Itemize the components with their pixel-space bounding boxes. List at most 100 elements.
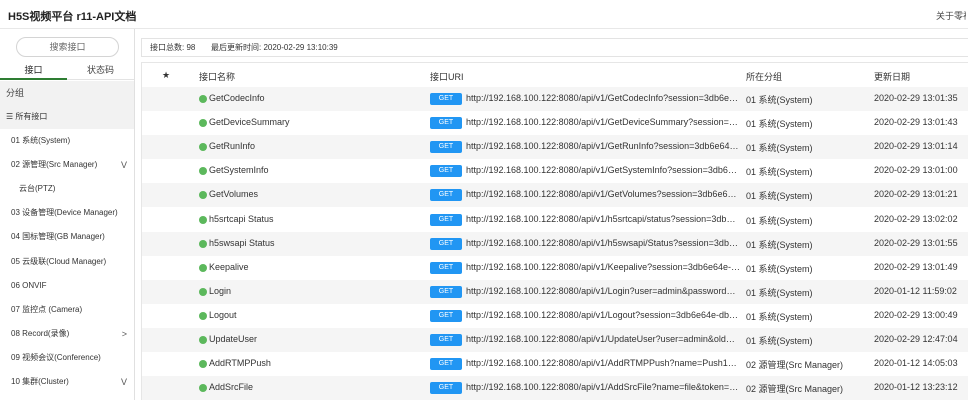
top-bar: H5S视频平台 r11-API文档 关于零视 bbox=[0, 0, 968, 29]
status-dot-icon bbox=[199, 239, 207, 248]
api-uri[interactable]: http://192.168.100.122:8080/api/v1/GetVo… bbox=[466, 189, 739, 199]
status-dot-icon bbox=[199, 360, 207, 369]
api-name[interactable]: Keepalive bbox=[209, 262, 249, 272]
api-update-date: 2020-02-29 13:01:21 bbox=[874, 189, 958, 200]
api-name[interactable]: GetCodecInfo bbox=[209, 93, 265, 103]
group-section-header: 分组 bbox=[0, 81, 134, 105]
api-group: 01 系统(System) bbox=[746, 95, 813, 105]
tab-status-codes[interactable]: 状态码 bbox=[67, 62, 134, 80]
table-row[interactable]: GetRunInfo GET http://192.168.100.122:8080… bbox=[142, 135, 968, 160]
api-update-date: 2020-02-29 12:47:04 bbox=[874, 334, 958, 344]
sidebar-item-conference[interactable]: 09 视频会议(Conference) bbox=[0, 346, 134, 370]
api-uri[interactable]: http://192.168.100.122:8080/api/v1/Keepa… bbox=[466, 262, 739, 272]
api-update-date: 2020-01-12 11:59:02 bbox=[874, 285, 957, 296]
method-badge: GET bbox=[430, 141, 462, 154]
sidebar-item-device-manager[interactable]: 03 设备管理(Device Manager) bbox=[0, 201, 134, 225]
sidebar-tabs: 接口 状态码 bbox=[0, 62, 134, 80]
about-link[interactable]: 关于零视 bbox=[936, 9, 966, 22]
table-row[interactable]: GetDeviceSummary GET http://192.168.100.12… bbox=[142, 111, 968, 135]
api-uri[interactable]: http://192.168.100.122:8080/api/v1/GetDe… bbox=[466, 117, 739, 127]
tab-interfaces[interactable]: 接口 bbox=[0, 62, 67, 80]
chevron-down-icon[interactable]: V bbox=[121, 153, 127, 177]
app-title: H5S视频平台 r11-API文档 bbox=[8, 11, 137, 23]
api-group: 01 系统(System) bbox=[746, 167, 813, 178]
search-input[interactable]: 搜索接口 bbox=[16, 37, 119, 57]
api-update-date: 2020-01-12 13:23:12 bbox=[874, 382, 958, 393]
api-name[interactable]: GetVolumes bbox=[209, 189, 258, 199]
api-uri[interactable]: http://192.168.100.122:8080/api/v1/AddRT… bbox=[466, 358, 739, 368]
method-badge: GET bbox=[430, 382, 462, 395]
api-name[interactable]: AddSrcFile bbox=[209, 382, 253, 392]
sidebar-item-onvif[interactable]: 06 ONVIF bbox=[0, 274, 134, 298]
status-dot-icon bbox=[199, 167, 207, 176]
api-uri[interactable]: http://192.168.100.122:8080/api/v1/h5sws… bbox=[466, 238, 739, 248]
api-uri[interactable]: http://192.168.100.122:8080/api/v1/AddSr… bbox=[466, 382, 739, 392]
column-header-name[interactable]: 接口名称 bbox=[199, 70, 235, 83]
api-name[interactable]: GetSystemInfo bbox=[209, 165, 269, 175]
api-name[interactable]: h5swsapi Status bbox=[209, 238, 275, 248]
api-uri[interactable]: http://192.168.100.122:8080/api/v1/Logou… bbox=[466, 310, 739, 320]
api-uri[interactable]: http://192.168.100.122:8080/api/v1/h5srt… bbox=[466, 214, 739, 224]
api-name[interactable]: Login bbox=[209, 286, 231, 296]
column-header-group[interactable]: 所在分组 bbox=[746, 70, 782, 83]
sidebar-item-label: 06 ONVIF bbox=[11, 280, 47, 290]
chevron-right-icon[interactable]: > bbox=[122, 322, 127, 346]
status-dot-icon bbox=[199, 215, 207, 224]
table-row[interactable]: GetCodecInfo GET http://192.168.100.122:80… bbox=[142, 87, 968, 112]
table-header: ★ 接口名称 接口URI 所在分组 更新日期 bbox=[142, 63, 968, 87]
api-update-date: 2020-02-29 13:01:43 bbox=[874, 117, 958, 128]
table-row[interactable]: Login GET http://192.168.100.122:8080/api/… bbox=[142, 279, 968, 304]
api-uri[interactable]: http://192.168.100.122:8080/api/v1/Updat… bbox=[466, 334, 739, 344]
api-update-date: 2020-02-29 13:00:49 bbox=[874, 309, 958, 320]
last-updated-time: 最后更新时间: 2020-02-29 13:10:39 bbox=[211, 43, 338, 52]
api-name[interactable]: Logout bbox=[209, 310, 237, 320]
sidebar-item-camera[interactable]: 07 监控点 (Camera) bbox=[0, 298, 134, 322]
api-uri[interactable]: http://192.168.100.122:8080/api/v1/Login… bbox=[466, 286, 739, 296]
table-row[interactable]: h5swsapi Status GET http://192.168.100.122… bbox=[142, 231, 968, 256]
star-icon[interactable]: ★ bbox=[162, 70, 170, 81]
api-group: 01 系统(System) bbox=[746, 119, 813, 130]
method-badge: GET bbox=[430, 189, 462, 202]
method-badge: GET bbox=[430, 117, 462, 130]
sidebar-item-cluster[interactable]: 10 集群(Cluster) V bbox=[0, 370, 134, 394]
sidebar-item-gb-manager[interactable]: 04 国标管理(GB Manager) bbox=[0, 225, 134, 249]
api-name[interactable]: GetDeviceSummary bbox=[209, 117, 290, 127]
column-header-date[interactable]: 更新日期 bbox=[874, 70, 910, 83]
table-row[interactable]: GetSystemInfo GET http://192.168.100.122:8… bbox=[142, 159, 968, 183]
table-row[interactable]: Keepalive GET http://192.168.100.122:8080/… bbox=[142, 256, 968, 280]
table-row[interactable]: UpdateUser GET http://192.168.100.122:8080… bbox=[142, 328, 968, 353]
sidebar-item-cloud-manager[interactable]: 05 云级联(Cloud Manager) bbox=[0, 250, 134, 274]
column-header-uri[interactable]: 接口URI bbox=[430, 70, 464, 83]
sidebar-item-src-manager[interactable]: 02 源管理(Src Manager) V bbox=[0, 153, 134, 177]
api-group: 01 系统(System) bbox=[746, 239, 813, 250]
api-uri[interactable]: http://192.168.100.122:8080/api/v1/GetRu… bbox=[466, 141, 739, 151]
status-dot-icon bbox=[199, 287, 207, 296]
method-badge: GET bbox=[430, 309, 462, 322]
api-uri[interactable]: http://192.168.100.122:8080/api/v1/GetCo… bbox=[466, 93, 739, 103]
sidebar-item-record[interactable]: 08 Record(录像) > bbox=[0, 322, 134, 346]
group-list: ☰ 所有接口 01 系统(System) 02 源管理(Src Manager)… bbox=[0, 105, 134, 394]
status-dot-icon bbox=[199, 311, 207, 320]
chevron-down-icon[interactable]: V bbox=[121, 370, 127, 394]
status-dot-icon bbox=[199, 384, 207, 393]
table-row[interactable]: GetVolumes GET http://192.168.100.122:8080… bbox=[142, 183, 968, 208]
api-name[interactable]: UpdateUser bbox=[209, 334, 257, 344]
api-group: 02 源管理(Src Manager) bbox=[746, 360, 844, 371]
api-group: 01 系统(System) bbox=[746, 215, 813, 226]
status-dot-icon bbox=[199, 119, 207, 128]
api-uri[interactable]: http://192.168.100.122:8080/api/v1/GetSy… bbox=[466, 165, 739, 175]
sidebar-item-all[interactable]: ☰ 所有接口 bbox=[0, 105, 134, 130]
api-group: 01 系统(System) bbox=[746, 263, 813, 274]
api-update-date: 2020-02-29 13:01:35 bbox=[874, 93, 958, 103]
table-row[interactable]: AddRTMPPush GET http://192.168.100.122:808… bbox=[142, 352, 968, 376]
api-name[interactable]: AddRTMPPush bbox=[209, 358, 271, 368]
status-dot-icon bbox=[199, 95, 207, 103]
table-row[interactable]: AddSrcFile GET http://192.168.100.122:8080… bbox=[142, 376, 968, 400]
table-row[interactable]: h5srtcapi Status GET http://192.168.100.12… bbox=[142, 208, 968, 232]
sidebar-item-system[interactable]: 01 系统(System) bbox=[0, 129, 134, 153]
api-name[interactable]: GetRunInfo bbox=[209, 141, 255, 151]
sidebar-item-ptz[interactable]: 云台(PTZ) bbox=[0, 177, 134, 201]
method-badge: GET bbox=[430, 334, 462, 346]
api-name[interactable]: h5srtcapi Status bbox=[209, 214, 274, 224]
table-row[interactable]: Logout GET http://192.168.100.122:8080/api… bbox=[142, 304, 968, 328]
